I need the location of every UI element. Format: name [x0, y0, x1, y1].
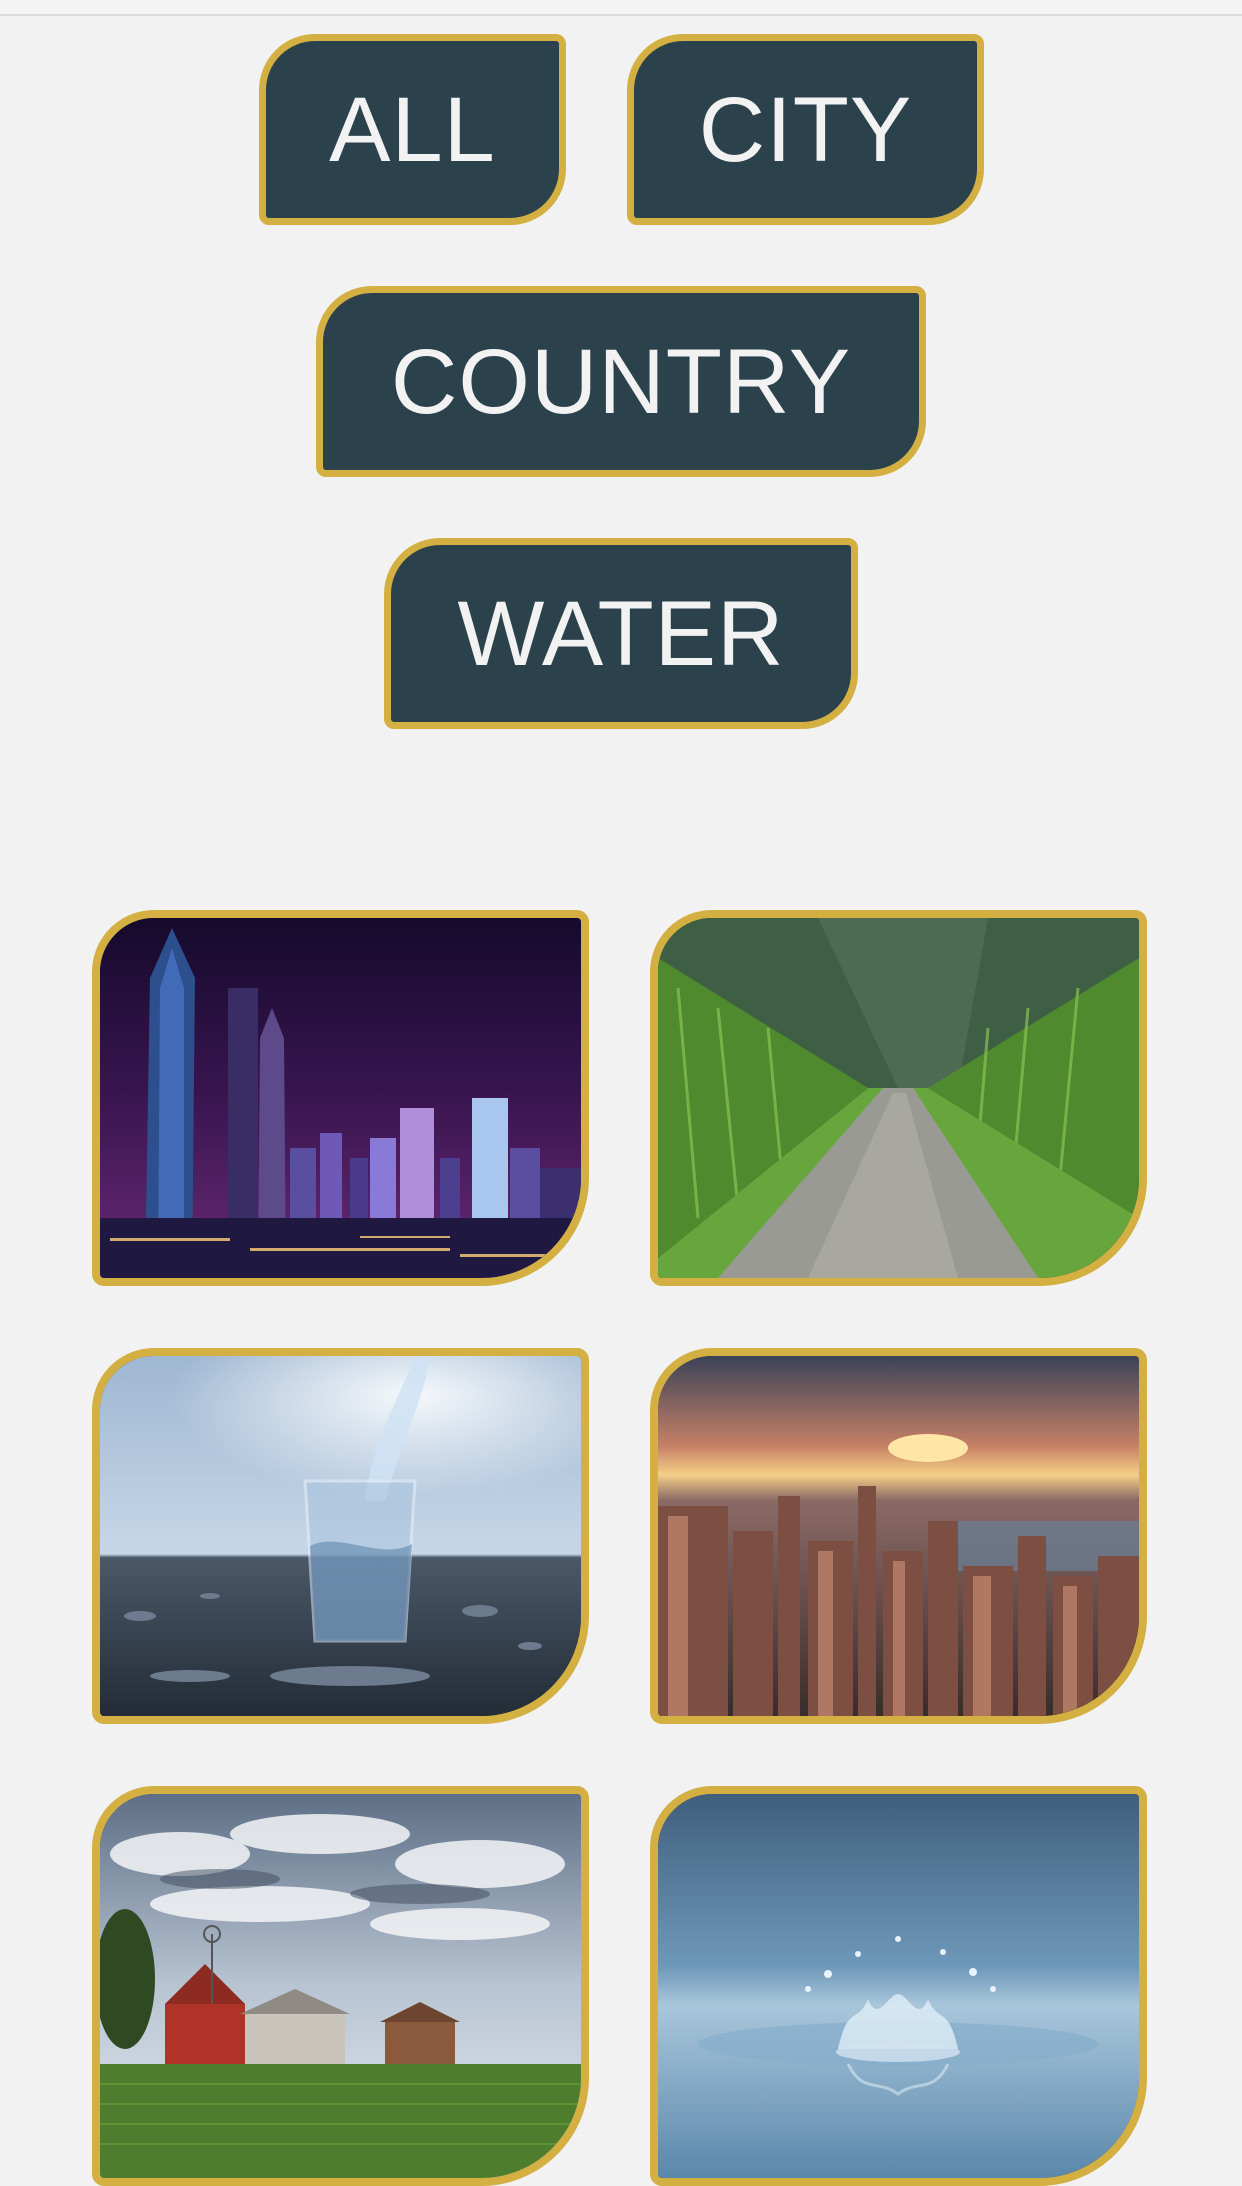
water-drop-splash-image [658, 1794, 1139, 2178]
gallery-item-country-cornfield-road[interactable] [650, 910, 1147, 1286]
filter-country-button[interactable]: COUNTRY [316, 286, 926, 477]
city-aerial-sunset-image [658, 1356, 1139, 1716]
country-cornfield-road-image [658, 918, 1139, 1278]
city-night-skyline-image [100, 918, 581, 1278]
filter-all-button[interactable]: ALL [259, 34, 566, 225]
gallery-item-water-glass[interactable] [92, 1348, 589, 1724]
country-red-barn-image [100, 1794, 581, 2178]
filter-city-button[interactable]: CITY [627, 34, 984, 225]
gallery-item-city-aerial-sunset[interactable] [650, 1348, 1147, 1724]
water-glass-image [100, 1356, 581, 1716]
gallery-item-water-drop-splash[interactable] [650, 1786, 1147, 2186]
top-divider [0, 0, 1242, 16]
gallery-item-country-red-barn[interactable] [92, 1786, 589, 2186]
gallery-item-city-night-skyline[interactable] [92, 910, 589, 1286]
filter-water-button[interactable]: WATER [384, 538, 858, 729]
